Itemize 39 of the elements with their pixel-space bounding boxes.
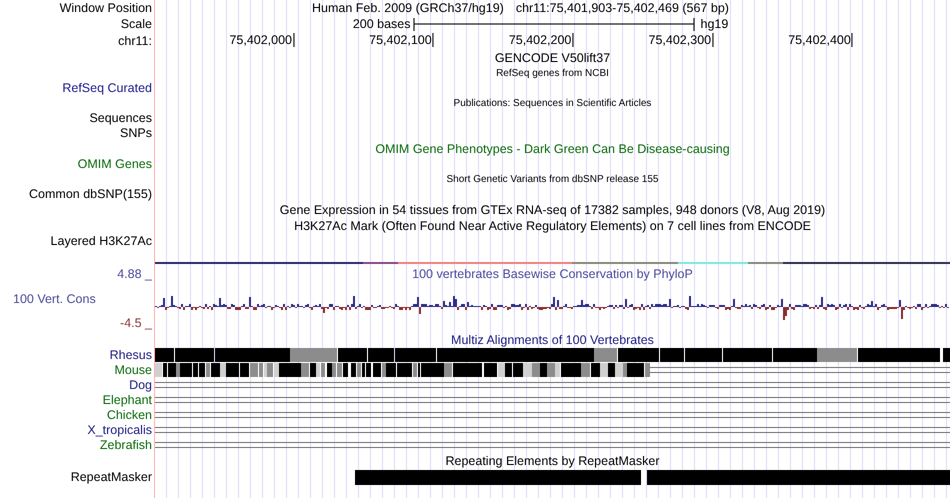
track-label: Chicken — [106, 408, 152, 423]
track-title: H3K27Ac Mark (Often Found Near Active Regulatory Elements) on 7 cell lines from ENCODE — [294, 219, 811, 233]
track-label: Sequences — [89, 111, 152, 126]
coordinate-tick: 75,402,300 — [648, 33, 714, 47]
track-title: OMIM Gene Phenotypes - Dark Green Can Be Disease-causing — [375, 142, 730, 156]
track-label: Rhesus — [110, 348, 152, 363]
track-label: 100 Vert. Cons — [12, 292, 96, 306]
track-label: Layered H3K27Ac — [50, 234, 152, 249]
coordinate-tick: 75,402,400 — [788, 33, 853, 47]
genome-label: hg19 — [700, 17, 728, 31]
coordinate-tick: 75,402,000 — [229, 33, 294, 47]
track-label: Elephant — [102, 393, 152, 408]
axis-max: 4.88 _ — [117, 268, 152, 281]
track-title: Publications: Sequences in Scientific Articles — [454, 98, 652, 110]
track-label: Window Position — [60, 0, 152, 16]
track-label: Zebrafish — [100, 438, 152, 453]
scale-length: 200 bases — [352, 17, 412, 31]
axis-min: -4.5 _ — [120, 317, 152, 330]
track-label: RefSeq Curated — [62, 81, 152, 96]
track-title: 100 vertebrates Basewise Conservation by PhyloP — [412, 268, 693, 280]
track-label: Common dbSNP(155) — [29, 187, 152, 202]
track-title: Multiz Alignments of 100 Vertebrates — [451, 333, 654, 347]
track-title: RefSeq genes from NCBI — [496, 68, 609, 80]
track-title: Repeating Elements by RepeatMasker — [445, 454, 660, 468]
track-label: Dog — [129, 378, 152, 393]
position-text: chr11:75,401,903-75,402,469 (567 bp) — [516, 1, 729, 15]
track-title: GENCODE V50lift37 — [494, 51, 610, 65]
coordinate-tick: 75,402,200 — [508, 33, 574, 47]
assembly-title: Human Feb. 2009 (GRCh37/hg19) — [312, 1, 504, 15]
track-label: chr11: — [118, 34, 152, 48]
track-label: Mouse — [114, 363, 152, 378]
track-title: Gene Expression in 54 tissues from GTEx RNA-seq of 17382 samples, 948 donors (V8, Aug 2019) — [280, 203, 826, 217]
track-title: Short Genetic Variants from dbSNP release 155 — [446, 174, 658, 186]
track-label: RepeatMasker — [70, 470, 152, 484]
track-label: Scale — [120, 16, 152, 32]
track-label: X_tropicalis — [87, 423, 152, 438]
track-label: SNPs — [120, 126, 152, 141]
coordinate-tick: 75,402,100 — [369, 33, 434, 47]
track-label: OMIM Genes — [78, 157, 152, 172]
